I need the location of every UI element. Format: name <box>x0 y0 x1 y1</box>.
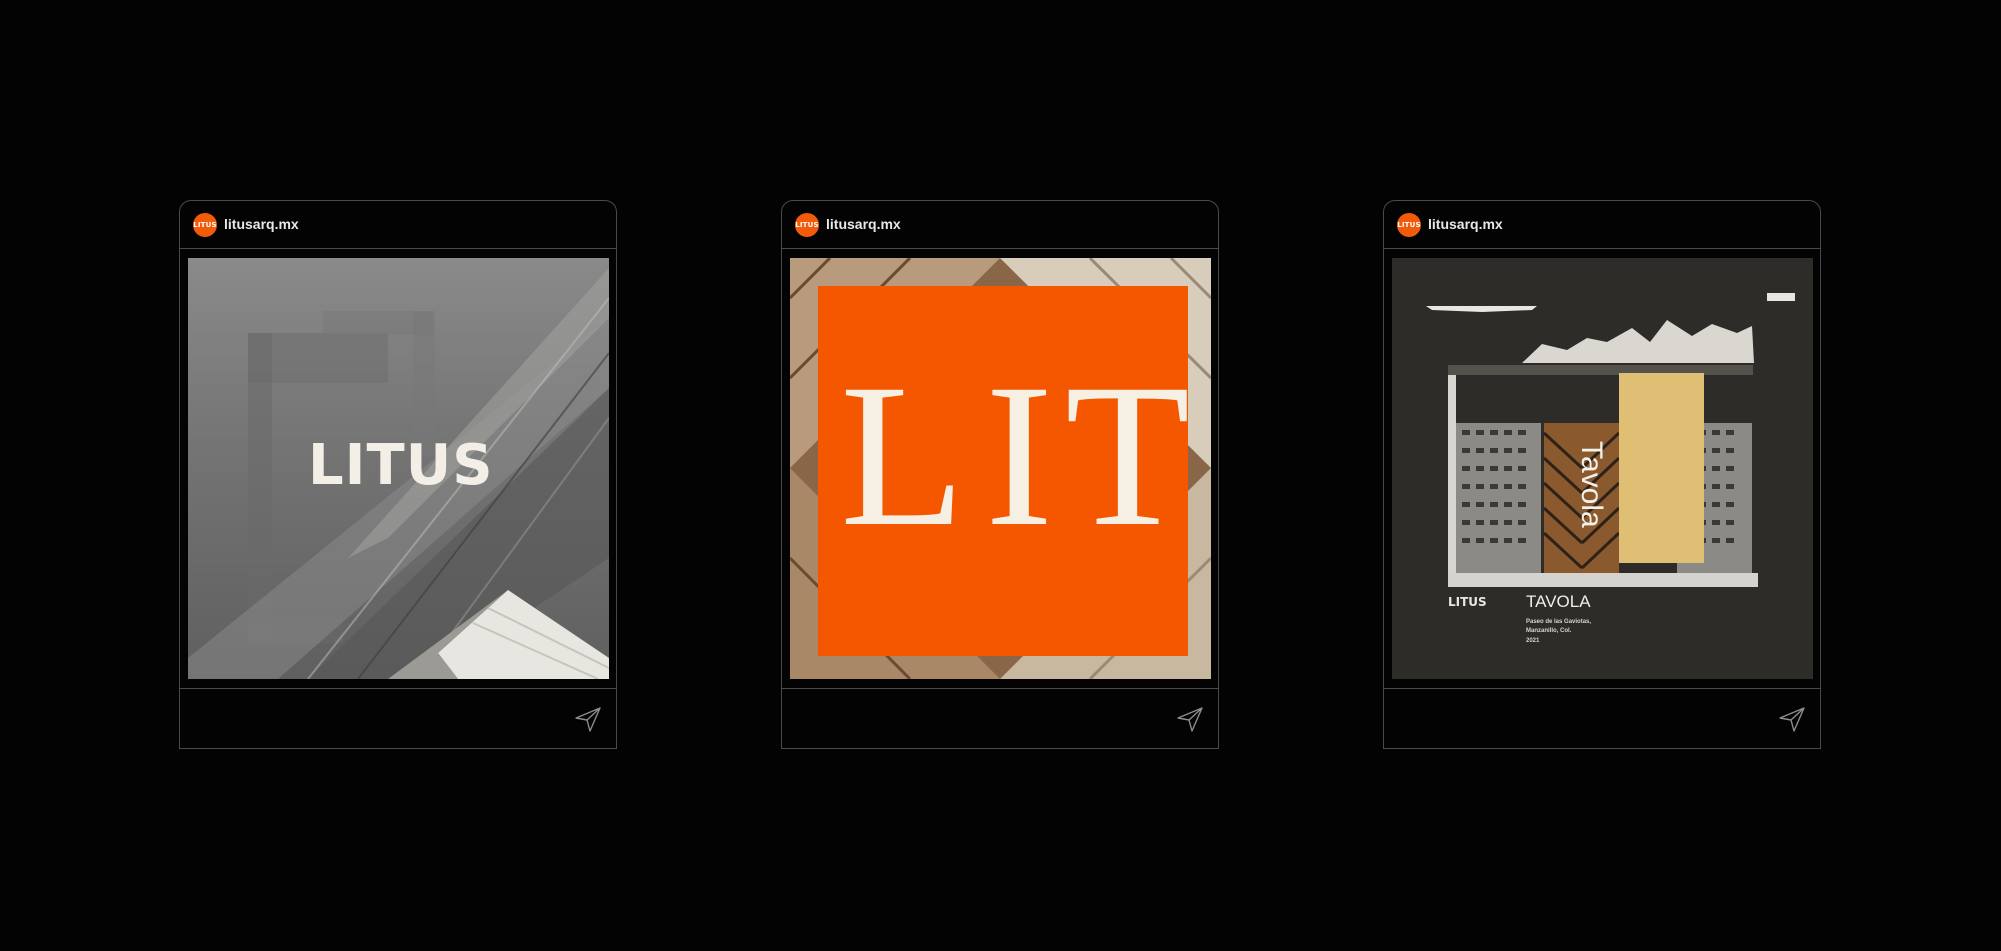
username[interactable]: litusarq.mx <box>826 216 901 232</box>
post-header: LITUS litusarq.mx <box>1384 201 1820 249</box>
post-footer <box>1384 688 1820 748</box>
post-card: LITUS litusarq.mx LITUS <box>179 200 617 749</box>
post-header: LITUS litusarq.mx <box>180 201 616 249</box>
post-card: LITUS litusarq.mx L I T <box>781 200 1219 749</box>
post-footer <box>782 688 1218 748</box>
project-address-line: Paseo de las Gaviotas, <box>1526 619 1592 625</box>
post-footer <box>180 688 616 748</box>
send-icon[interactable] <box>1778 705 1806 733</box>
avatar[interactable]: LITUS <box>1397 213 1421 237</box>
vertical-sign: Tavola <box>1575 441 1608 528</box>
project-title: TAVOLA <box>1526 592 1591 611</box>
post-image[interactable]: LITUS <box>188 258 609 679</box>
project-year-line: 2021 <box>1526 638 1540 644</box>
brand-logo: LITUS <box>1448 595 1487 609</box>
letter-l: L <box>840 342 966 569</box>
avatar[interactable]: LITUS <box>795 213 819 237</box>
post-card: LITUS litusarq.mx Tavola LITUS TAVOLA Pa… <box>1383 200 1821 749</box>
username[interactable]: litusarq.mx <box>224 216 299 232</box>
avatar[interactable]: LITUS <box>193 213 217 237</box>
letter-t: T <box>1065 342 1191 569</box>
send-icon[interactable] <box>1176 705 1204 733</box>
project-city-line: Manzanillo, Col. <box>1526 628 1572 634</box>
post-header: LITUS litusarq.mx <box>782 201 1218 249</box>
brand-logo: LITUS <box>308 433 494 498</box>
username[interactable]: litusarq.mx <box>1428 216 1503 232</box>
send-icon[interactable] <box>574 705 602 733</box>
letter-i: I <box>985 342 1054 569</box>
post-image[interactable]: Tavola LITUS TAVOLA Paseo de las Gaviota… <box>1392 258 1813 679</box>
post-image[interactable]: L I T <box>790 258 1211 679</box>
